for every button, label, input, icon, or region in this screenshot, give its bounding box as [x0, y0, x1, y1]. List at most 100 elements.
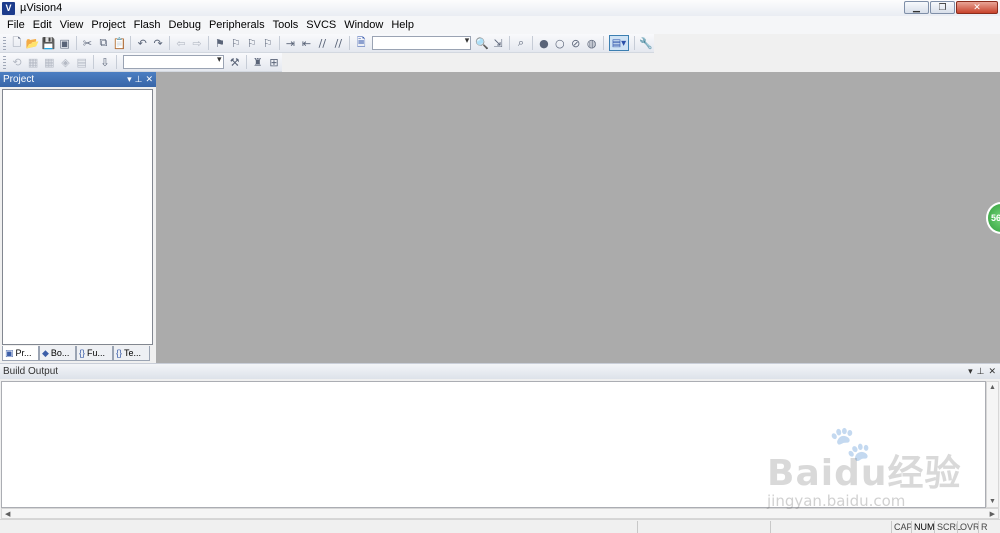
tab-functions[interactable]: {} Fu...: [76, 346, 113, 361]
panel-menu-icon[interactable]: ▾: [127, 74, 132, 85]
project-tree[interactable]: [2, 89, 153, 345]
menu-project[interactable]: Project: [87, 16, 129, 34]
scroll-up-icon[interactable]: ▲: [989, 384, 996, 391]
target-options-icon[interactable]: ⚒: [227, 54, 242, 70]
project-panel: Project ▾ ⊥ ✕ ▣ Pr... ◆ Bo... {} Fu... {…: [0, 72, 156, 363]
pin-icon[interactable]: ⊥: [977, 366, 985, 377]
editor-area[interactable]: [156, 72, 1000, 363]
toolbar-separator: [207, 36, 209, 50]
menu-view[interactable]: View: [56, 16, 88, 34]
open-file-icon[interactable]: 📂: [25, 35, 40, 51]
menu-debug[interactable]: Debug: [165, 16, 205, 34]
target-select-combo[interactable]: [122, 54, 224, 69]
build-icon[interactable]: ▦: [26, 54, 41, 70]
indent-icon[interactable]: ⇥: [283, 35, 298, 51]
download-icon[interactable]: ⇩: [97, 54, 112, 70]
restore-icon: ❐: [938, 2, 947, 13]
nav-forward-icon[interactable]: ⇨: [189, 35, 204, 51]
undo-icon[interactable]: ↶: [135, 35, 150, 51]
project-panel-title: Project: [3, 74, 35, 85]
build-toolbar: ⟲ ▦ ▦ ◈ ▤ ⇩ ⚒ ♜ ⊞: [0, 53, 282, 72]
bookmark-clear-icon[interactable]: ⚐: [260, 35, 275, 51]
stop-build-icon[interactable]: ▤: [74, 54, 89, 70]
toolbar-grip[interactable]: [3, 36, 6, 50]
menu-window[interactable]: Window: [340, 16, 387, 34]
project-panel-tabs: ▣ Pr... ◆ Bo... {} Fu... {} Te...: [2, 346, 152, 361]
restore-button[interactable]: ❐: [930, 1, 955, 14]
rebuild-icon[interactable]: ▦: [42, 54, 57, 70]
breakpoint-disable-icon[interactable]: ○: [552, 35, 567, 51]
window-title: µVision4: [20, 2, 63, 14]
functions-tab-icon: {}: [79, 348, 86, 358]
tab-project[interactable]: ▣ Pr...: [2, 346, 39, 361]
paste-icon[interactable]: 📋: [112, 35, 127, 51]
build-output-text[interactable]: [1, 381, 986, 508]
tab-templates[interactable]: {} Te...: [113, 346, 150, 361]
new-file-icon[interactable]: 🗋: [9, 35, 24, 51]
translate-icon[interactable]: ⟲: [9, 54, 24, 70]
menu-edit[interactable]: Edit: [29, 16, 56, 34]
incremental-find-icon[interactable]: ⇲: [491, 35, 506, 51]
breakpoint-kill-all-icon[interactable]: ◍: [584, 35, 599, 51]
status-pane: [770, 521, 890, 533]
select-device-icon[interactable]: ⊞: [266, 54, 281, 70]
window-controls: ▁ ❐ ✕: [904, 1, 998, 14]
manage-components-icon[interactable]: ♜: [250, 54, 265, 70]
toolbar-separator: [245, 55, 247, 69]
close-icon[interactable]: ✕: [988, 366, 996, 377]
bookmark-next-icon[interactable]: ⚐: [244, 35, 259, 51]
pin-icon[interactable]: ⊥: [135, 74, 143, 85]
menu-peripherals[interactable]: Peripherals: [205, 16, 269, 34]
toolbar-separator: [509, 36, 511, 50]
find-in-files-icon[interactable]: 🗎: [354, 35, 369, 51]
toolbar-separator: [349, 36, 351, 50]
app-icon[interactable]: V: [2, 1, 15, 15]
menu-svcs[interactable]: SVCS: [302, 16, 340, 34]
build-output-header: Build Output ▾ ⊥ ✕: [0, 363, 1000, 379]
window-layout-icon: ▤▾: [611, 37, 627, 49]
tab-label: Te...: [124, 348, 142, 358]
redo-icon[interactable]: ↷: [151, 35, 166, 51]
uncomment-icon[interactable]: //: [331, 35, 346, 51]
configure-icon[interactable]: 🔧: [639, 35, 654, 51]
nav-back-icon[interactable]: ⇦: [174, 35, 189, 51]
scroll-left-icon[interactable]: ◀: [5, 510, 10, 518]
menu-tools[interactable]: Tools: [269, 16, 303, 34]
breakpoint-insert-icon[interactable]: ●: [536, 35, 551, 51]
toolbar-separator: [278, 36, 280, 50]
tab-label: Pr...: [15, 348, 32, 358]
minimize-icon: ▁: [913, 2, 920, 13]
toolbar-grip[interactable]: [3, 55, 6, 69]
minimize-button[interactable]: ▁: [904, 1, 929, 14]
project-tab-icon: ▣: [5, 347, 14, 358]
batch-build-icon[interactable]: ◈: [58, 54, 73, 70]
copy-icon[interactable]: ⧉: [96, 35, 111, 51]
close-button[interactable]: ✕: [956, 1, 998, 14]
scroll-right-icon[interactable]: ▶: [990, 510, 995, 518]
bookmark-prev-icon[interactable]: ⚐: [228, 35, 243, 51]
comment-icon[interactable]: //: [315, 35, 330, 51]
vertical-scrollbar[interactable]: ▲ ▼: [986, 381, 999, 508]
horizontal-scrollbar[interactable]: ◀ ▶: [1, 508, 999, 519]
save-icon[interactable]: 💾: [41, 35, 56, 51]
close-icon[interactable]: ✕: [145, 74, 153, 85]
breakpoint-disable-all-icon[interactable]: ⊘: [568, 35, 583, 51]
window-layout-button[interactable]: ▤▾: [608, 35, 630, 51]
tab-label: Fu...: [87, 348, 106, 358]
find-icon[interactable]: 🔍: [475, 35, 490, 51]
title-bar: V µVision4 ▁ ❐ ✕: [0, 0, 1000, 16]
menu-file[interactable]: File: [3, 16, 29, 34]
menu-help[interactable]: Help: [387, 16, 418, 34]
cut-icon[interactable]: ✂: [80, 35, 95, 51]
templates-tab-icon: {}: [116, 348, 123, 358]
menu-flash[interactable]: Flash: [130, 16, 165, 34]
save-all-icon[interactable]: ▣: [57, 35, 72, 51]
debug-session-icon[interactable]: ⌕: [514, 35, 529, 51]
tab-books[interactable]: ◆ Bo...: [39, 346, 76, 361]
panel-menu-icon[interactable]: ▾: [968, 366, 973, 377]
bookmark-toggle-icon[interactable]: ⚑: [212, 35, 227, 51]
scroll-down-icon[interactable]: ▼: [989, 498, 996, 505]
toolbar-separator: [130, 36, 132, 50]
find-combo[interactable]: [372, 35, 472, 50]
unindent-icon[interactable]: ⇤: [299, 35, 314, 51]
